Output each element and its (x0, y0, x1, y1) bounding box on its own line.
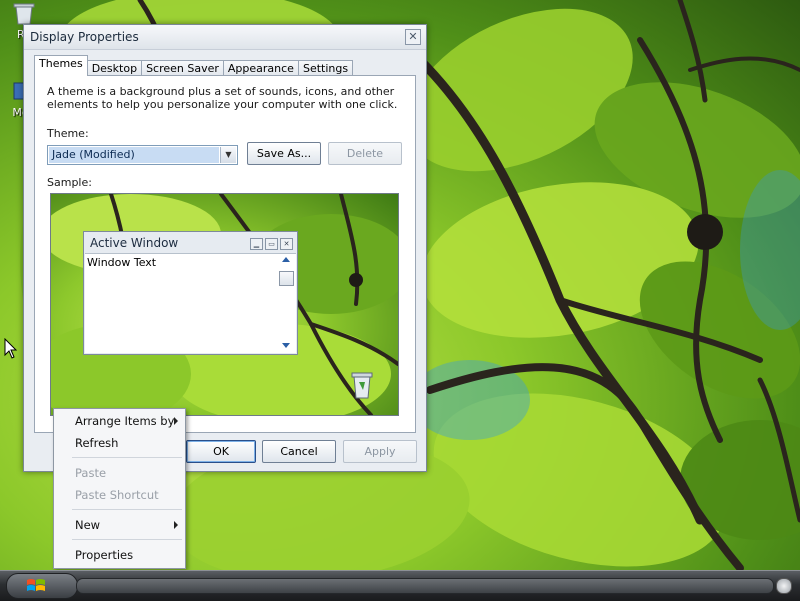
menu-item-paste[interactable]: Paste (54, 463, 185, 483)
taskbar-track (76, 578, 774, 594)
theme-label: Theme: (47, 127, 89, 140)
dialog-title: Display Properties (30, 30, 139, 44)
tab-strip: Themes Desktop Screen Saver Appearance Setti… (34, 55, 354, 78)
close-icon: ✕ (280, 238, 293, 250)
theme-description: A theme is a background plus a set of so… (47, 85, 398, 111)
sample-window-title: Active Window (90, 236, 179, 250)
show-desktop-button[interactable] (776, 578, 792, 594)
mouse-cursor-icon (4, 338, 18, 359)
menu-item-label: Arrange Items by (75, 414, 175, 428)
chevron-down-icon[interactable]: ▼ (220, 147, 236, 163)
scroll-thumb (279, 271, 294, 286)
start-button[interactable] (6, 573, 78, 599)
menu-item-label: Paste Shortcut (75, 488, 159, 502)
menu-item-arrange-items-by[interactable]: Arrange Items by (54, 411, 185, 431)
apply-button[interactable]: Apply (343, 440, 417, 463)
save-as-button[interactable]: Save As... (247, 142, 321, 165)
scroll-up-icon (282, 257, 290, 262)
menu-item-new[interactable]: New (54, 515, 185, 535)
sample-window-body: Window Text (85, 253, 296, 353)
sample-label: Sample: (47, 176, 92, 189)
submenu-arrow-icon (174, 521, 178, 529)
dialog-titlebar[interactable]: Display Properties ✕ (24, 25, 426, 50)
menu-item-label: Refresh (75, 436, 119, 450)
theme-select[interactable]: Jade (Modified) ▼ (47, 145, 238, 165)
cancel-button[interactable]: Cancel (262, 440, 336, 463)
delete-button[interactable]: Delete (328, 142, 402, 165)
theme-sample-preview: Active Window ▁ ▭ ✕ Window Text (50, 193, 399, 416)
menu-item-paste-shortcut[interactable]: Paste Shortcut (54, 485, 185, 505)
ok-button[interactable]: OK (186, 440, 256, 463)
submenu-arrow-icon (174, 417, 178, 425)
menu-item-properties[interactable]: Properties (54, 545, 185, 565)
menu-separator (72, 457, 182, 458)
themes-tab-panel: A theme is a background plus a set of so… (34, 75, 416, 433)
sample-window-text: Window Text (87, 256, 157, 269)
sample-active-window: Active Window ▁ ▭ ✕ Window Text (83, 231, 298, 355)
menu-item-label: Properties (75, 548, 134, 562)
sample-scrollbar (279, 257, 294, 350)
tab-themes[interactable]: Themes (34, 55, 88, 76)
display-properties-dialog: Display Properties ✕ Themes Desktop Screen… (23, 24, 427, 472)
menu-item-label: New (75, 518, 101, 532)
menu-separator (72, 509, 182, 510)
minimize-icon: ▁ (250, 238, 263, 250)
close-button[interactable]: ✕ (405, 29, 421, 45)
menu-separator (72, 539, 182, 540)
maximize-icon: ▭ (265, 238, 278, 250)
recycle-bin-icon (13, 3, 35, 25)
recycle-bin-icon (351, 372, 373, 399)
taskbar (0, 570, 800, 601)
desktop-context-menu: Arrange Items by Refresh Paste Paste Sho… (53, 408, 186, 569)
scroll-down-icon (282, 343, 290, 348)
windows-logo-icon (27, 579, 45, 591)
menu-item-refresh[interactable]: Refresh (54, 433, 185, 453)
sample-window-controls: ▁ ▭ ✕ (248, 236, 293, 250)
menu-item-label: Paste (75, 466, 107, 480)
theme-select-value: Jade (Modified) (49, 147, 219, 163)
